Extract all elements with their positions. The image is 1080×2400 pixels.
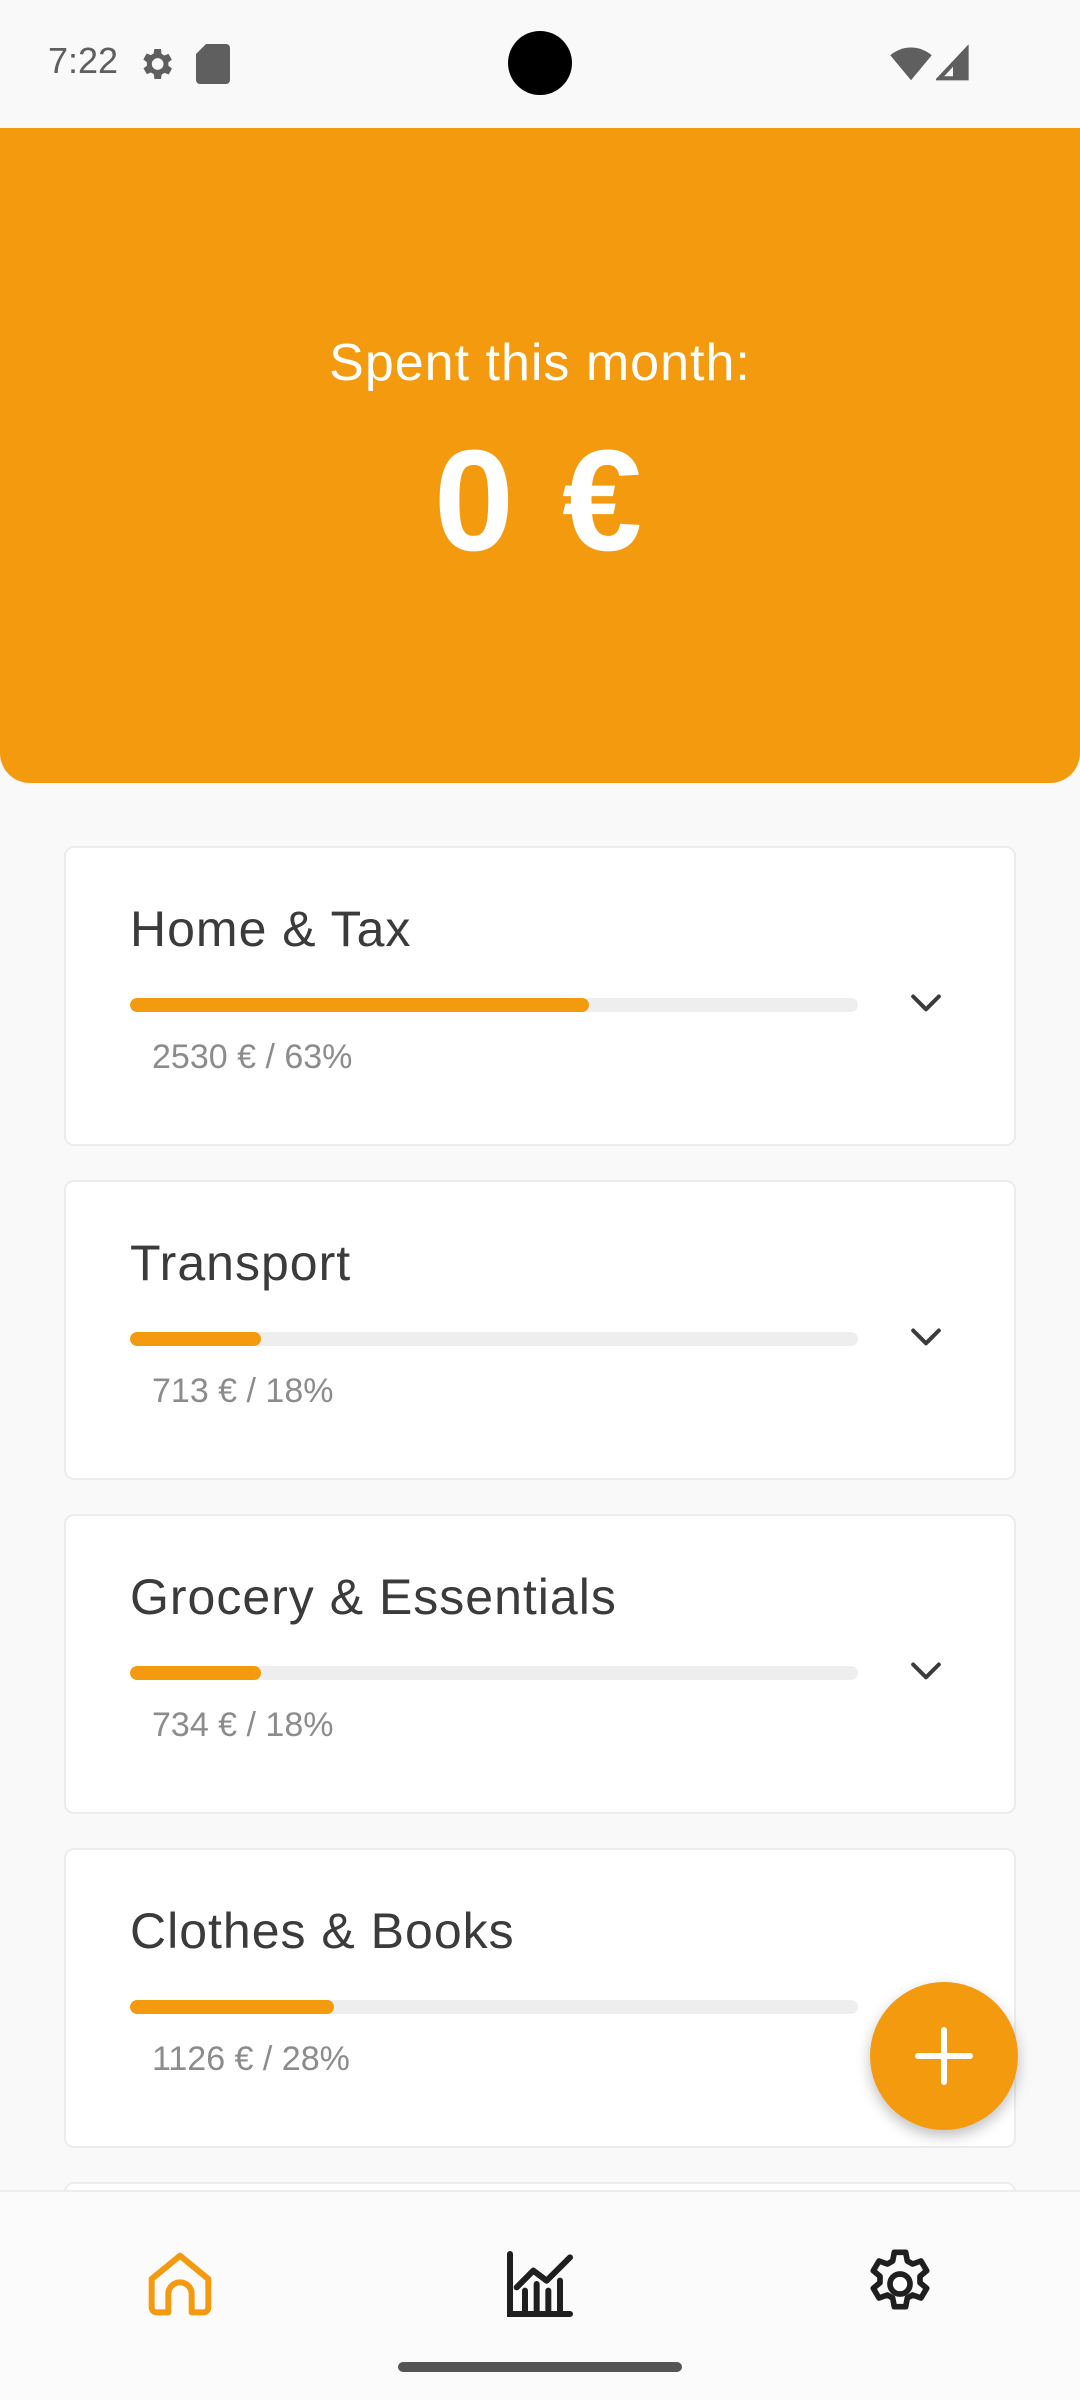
nav-home[interactable] [140,2244,220,2324]
category-progress-bar [130,2000,858,2014]
category-card-clothes-books[interactable]: Clothes & Books 1126 € / 28% [64,1848,1016,2148]
app-screen: 7:22 Spent this month: 0 € Home & Tax 25… [0,0,1080,2400]
category-amount: 2530 € / 63% [152,1038,353,1076]
gear-icon [870,2249,930,2310]
category-amount: 734 € / 18% [152,1706,334,1744]
nav-settings[interactable] [860,2244,940,2324]
category-card-home-tax[interactable]: Home & Tax 2530 € / 63% [64,846,1016,1146]
sd-card-icon [196,44,230,89]
category-card-grocery-essentials[interactable]: Grocery & Essentials 734 € / 18% [64,1514,1016,1814]
category-title: Home & Tax [130,901,412,957]
nav-statistics[interactable] [500,2244,580,2324]
category-progress-bar [130,998,858,1012]
category-progress-bar [130,1332,858,1346]
spent-label: Spent this month: [329,334,751,392]
chevron-down-icon[interactable] [904,1314,948,1358]
settings-gear-icon [136,44,176,89]
category-title: Grocery & Essentials [130,1569,617,1625]
status-bar: 7:22 [0,0,1080,128]
category-amount: 1126 € / 28% [152,2040,350,2078]
camera-cutout [508,31,572,95]
category-amount: 713 € / 18% [152,1372,334,1410]
home-icon [148,2252,212,2316]
category-card-transport[interactable]: Transport 713 € / 18% [64,1180,1016,1480]
category-title: Clothes & Books [130,1903,515,1959]
status-time: 7:22 [48,40,119,81]
category-title: Transport [130,1235,352,1291]
monthly-summary-header: Spent this month: 0 € [0,128,1080,783]
cell-signal-icon [934,44,970,87]
progress-fill [130,998,589,1012]
plus-icon [915,2027,973,2085]
progress-fill [130,2000,334,2014]
spent-amount: 0 € [433,420,647,581]
gesture-navigation-bar[interactable] [398,2362,682,2372]
progress-fill [130,1666,262,1680]
progress-fill [130,1332,262,1346]
chevron-down-icon[interactable] [904,980,948,1024]
chart-icon [507,2251,573,2317]
chevron-down-icon[interactable] [904,1648,948,1692]
add-expense-button[interactable] [870,1982,1018,2130]
wifi-icon [890,44,932,87]
category-progress-bar [130,1666,858,1680]
